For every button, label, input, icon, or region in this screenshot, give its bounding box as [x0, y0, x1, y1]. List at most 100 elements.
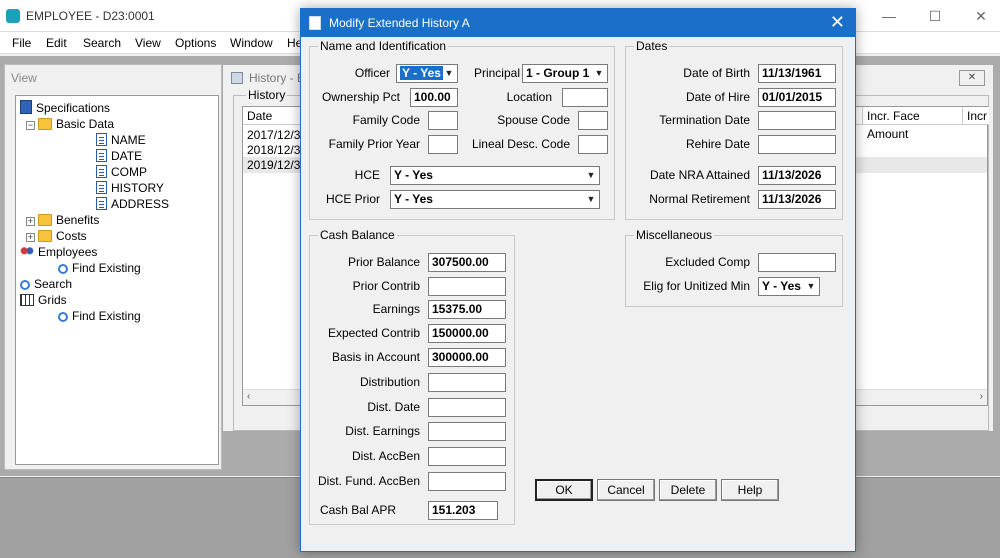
menu-edit[interactable]: Edit	[46, 36, 67, 50]
excluded-comp-label: Excluded Comp	[665, 255, 750, 269]
hce-prior-label: HCE Prior	[325, 192, 380, 206]
dist-earnings-field[interactable]	[428, 422, 506, 441]
tree-node-grids[interactable]: Grids	[20, 292, 67, 308]
prior-contrib-field[interactable]	[428, 277, 506, 296]
miscellaneous-group: Miscellaneous Excluded Comp Elig for Uni…	[625, 228, 843, 307]
officer-select[interactable]: Y - Yes ▼	[396, 64, 458, 83]
expand-icon[interactable]: +	[26, 217, 35, 226]
help-button[interactable]: Help	[721, 479, 779, 501]
ownership-pct-label: Ownership Pct	[321, 90, 400, 104]
grid-icon	[20, 294, 34, 306]
cash-bal-apr-field[interactable]: 151.203	[428, 501, 498, 520]
family-code-label: Family Code	[352, 113, 420, 127]
tree-node-costs[interactable]: + Costs	[26, 228, 87, 244]
tree-node-history[interactable]: HISTORY	[96, 180, 164, 196]
ok-button[interactable]: OK	[535, 479, 593, 501]
scroll-right-icon[interactable]: ›	[980, 391, 983, 402]
tree-node-name[interactable]: NAME	[96, 132, 146, 148]
table-row[interactable]: 2019/12/31	[245, 157, 307, 173]
dist-accben-label: Dist. AccBen	[351, 449, 420, 463]
excluded-comp-field[interactable]	[758, 253, 836, 272]
menu-window[interactable]: Window	[230, 36, 273, 50]
table-row[interactable]: 2017/12/31	[245, 127, 307, 143]
date-of-hire-field[interactable]: 01/01/2015	[758, 88, 836, 107]
spouse-code-field[interactable]	[578, 111, 608, 130]
chevron-down-icon[interactable]: ▼	[442, 66, 456, 81]
app-title: EMPLOYEE - D23:0001	[26, 9, 155, 23]
close-button[interactable]: ✕	[966, 6, 996, 26]
menu-view[interactable]: View	[135, 36, 161, 50]
dialog-title: Modify Extended History A	[329, 16, 470, 30]
tree-node-benefits[interactable]: + Benefits	[26, 212, 99, 228]
tree-node-basic-data[interactable]: − Basic Data	[26, 116, 114, 132]
tree-node-comp[interactable]: COMP	[96, 164, 147, 180]
tree-node-employees[interactable]: Employees	[20, 244, 97, 260]
dist-date-field[interactable]	[428, 398, 506, 417]
table-row[interactable]: 2018/12/31	[245, 142, 307, 158]
lineal-desc-code-field[interactable]	[578, 135, 608, 154]
lineal-desc-code-label: Lineal Desc. Code	[471, 137, 570, 151]
elig-unitized-min-select[interactable]: Y - Yes ▼	[758, 277, 820, 296]
earnings-field[interactable]: 15375.00	[428, 300, 506, 319]
location-field[interactable]	[562, 88, 608, 107]
document-icon	[96, 181, 107, 194]
dist-accben-field[interactable]	[428, 447, 506, 466]
group-label: Name and Identification	[318, 39, 449, 53]
maximize-button[interactable]: ☐	[920, 6, 950, 26]
hce-prior-select[interactable]: Y - Yes ▼	[390, 190, 600, 209]
collapse-icon[interactable]: −	[26, 121, 35, 130]
history-close-button[interactable]: ✕	[959, 70, 985, 86]
column-header-incr[interactable]: Incr	[963, 107, 989, 125]
prior-balance-field[interactable]: 307500.00	[428, 253, 506, 272]
chevron-down-icon[interactable]: ▼	[584, 168, 598, 183]
normal-retirement-field[interactable]: 11/13/2026	[758, 190, 836, 209]
distribution-label: Distribution	[359, 375, 420, 389]
menu-file[interactable]: File	[12, 36, 31, 50]
chevron-down-icon[interactable]: ▼	[584, 192, 598, 207]
tree-node-date[interactable]: DATE	[96, 148, 142, 164]
people-icon	[20, 246, 34, 258]
officer-label: Officer	[354, 66, 390, 80]
column-header-incr-face-amount[interactable]: Incr. Face Amount	[863, 107, 963, 141]
dist-fund-accben-field[interactable]	[428, 472, 506, 491]
minimize-button[interactable]: —	[874, 6, 904, 26]
expand-icon[interactable]: +	[26, 233, 35, 242]
menu-options[interactable]: Options	[175, 36, 216, 50]
folder-icon	[38, 214, 52, 226]
principal-select[interactable]: 1 - Group 1 ▼	[522, 64, 608, 83]
dialog-close-button[interactable]: ✕	[830, 12, 845, 33]
family-prior-year-field[interactable]	[428, 135, 458, 154]
cancel-button[interactable]: Cancel	[597, 479, 655, 501]
tree-node-grids-find[interactable]: Find Existing	[58, 308, 141, 324]
window-icon	[231, 72, 243, 84]
group-label: Cash Balance	[318, 228, 397, 242]
folder-icon	[38, 230, 52, 242]
tree-node-address[interactable]: ADDRESS	[96, 196, 169, 212]
hce-select[interactable]: Y - Yes ▼	[390, 166, 600, 185]
date-of-birth-field[interactable]: 11/13/1961	[758, 64, 836, 83]
document-icon	[96, 165, 107, 178]
basis-in-account-field[interactable]: 300000.00	[428, 348, 506, 367]
tree-node-specifications[interactable]: Specifications	[20, 100, 110, 116]
family-code-field[interactable]	[428, 111, 458, 130]
date-nra-attained-field[interactable]: 11/13/2026	[758, 166, 836, 185]
document-icon	[96, 133, 107, 146]
prior-balance-label: Prior Balance	[347, 255, 420, 269]
document-icon	[96, 149, 107, 162]
chevron-down-icon[interactable]: ▼	[804, 279, 818, 294]
chevron-down-icon[interactable]: ▼	[592, 66, 606, 81]
view-pane-title: View	[11, 71, 37, 85]
rehire-date-field[interactable]	[758, 135, 836, 154]
expected-contrib-field[interactable]: 150000.00	[428, 324, 506, 343]
ownership-pct-field[interactable]: 100.00	[410, 88, 458, 107]
delete-button[interactable]: Delete	[659, 479, 717, 501]
magnifier-icon	[58, 264, 68, 274]
navigation-tree: Specifications − Basic Data NAME DATE COM…	[15, 95, 219, 465]
termination-date-field[interactable]	[758, 111, 836, 130]
scroll-left-icon[interactable]: ‹	[247, 391, 250, 402]
rehire-date-label: Rehire Date	[685, 137, 750, 151]
menu-search[interactable]: Search	[83, 36, 121, 50]
distribution-field[interactable]	[428, 373, 506, 392]
tree-node-employees-find[interactable]: Find Existing	[58, 260, 141, 276]
tree-node-search[interactable]: Search	[20, 276, 72, 292]
